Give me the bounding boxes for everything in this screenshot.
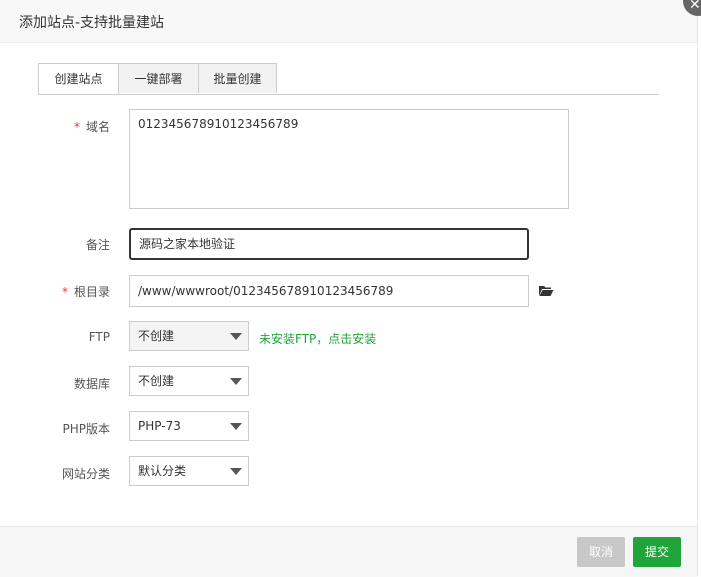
remark-label: 备注 bbox=[85, 238, 110, 252]
dialog-title: 添加站点-支持批量建站 bbox=[19, 15, 165, 31]
site-category-value: 默认分类 bbox=[138, 464, 187, 478]
tab-create-site[interactable]: 创建站点 bbox=[38, 63, 119, 94]
install-ftp-link[interactable]: 未安装FTP，点击安装 bbox=[259, 330, 376, 347]
remark-input[interactable]: 源码之家本地验证 bbox=[129, 228, 529, 260]
add-site-dialog: 添加站点-支持批量建站 创建站点 一键部署 批量创建 * 域名 012345678… bbox=[0, 0, 698, 577]
tab-label: 批量创建 bbox=[213, 72, 262, 86]
site-category-select[interactable]: 默认分类 bbox=[129, 456, 249, 486]
tab-one-click-deploy[interactable]: 一键部署 bbox=[118, 63, 199, 93]
ftp-label: FTP bbox=[88, 330, 110, 344]
ftp-select-value: 不创建 bbox=[138, 329, 175, 343]
tab-bar: 创建站点 一键部署 批量创建 bbox=[38, 63, 659, 95]
ftp-select[interactable]: 不创建 bbox=[129, 321, 249, 351]
chevron-down-icon bbox=[230, 423, 242, 430]
php-version-select[interactable]: PHP-73 bbox=[129, 411, 249, 441]
domain-label: * 域名 bbox=[73, 120, 110, 134]
submit-button[interactable]: 提交 bbox=[633, 537, 681, 567]
database-select[interactable]: 不创建 bbox=[129, 366, 249, 396]
tab-label: 创建站点 bbox=[54, 72, 103, 86]
required-mark: * bbox=[61, 285, 68, 299]
database-label: 数据库 bbox=[73, 377, 110, 391]
close-icon: ✕ bbox=[689, 0, 701, 13]
root-dir-label: * 根目录 bbox=[61, 285, 110, 299]
root-dir-input[interactable]: /www/wwwroot/012345678910123456789 bbox=[129, 275, 529, 307]
folder-open-icon[interactable] bbox=[538, 285, 554, 297]
dialog-title-bar: 添加站点-支持批量建站 bbox=[0, 0, 697, 43]
database-select-value: 不创建 bbox=[138, 374, 175, 388]
chevron-down-icon bbox=[230, 378, 242, 385]
php-version-value: PHP-73 bbox=[138, 419, 181, 433]
required-mark: * bbox=[73, 120, 80, 134]
php-version-label: PHP版本 bbox=[62, 422, 111, 436]
domain-textarea[interactable]: 012345678910123456789 bbox=[129, 109, 569, 209]
site-category-label: 网站分类 bbox=[61, 467, 110, 481]
chevron-down-icon bbox=[230, 333, 242, 340]
tab-batch-create[interactable]: 批量创建 bbox=[198, 63, 277, 93]
cancel-button[interactable]: 取消 bbox=[577, 537, 625, 567]
chevron-down-icon bbox=[230, 468, 242, 475]
tab-label: 一键部署 bbox=[134, 72, 183, 86]
